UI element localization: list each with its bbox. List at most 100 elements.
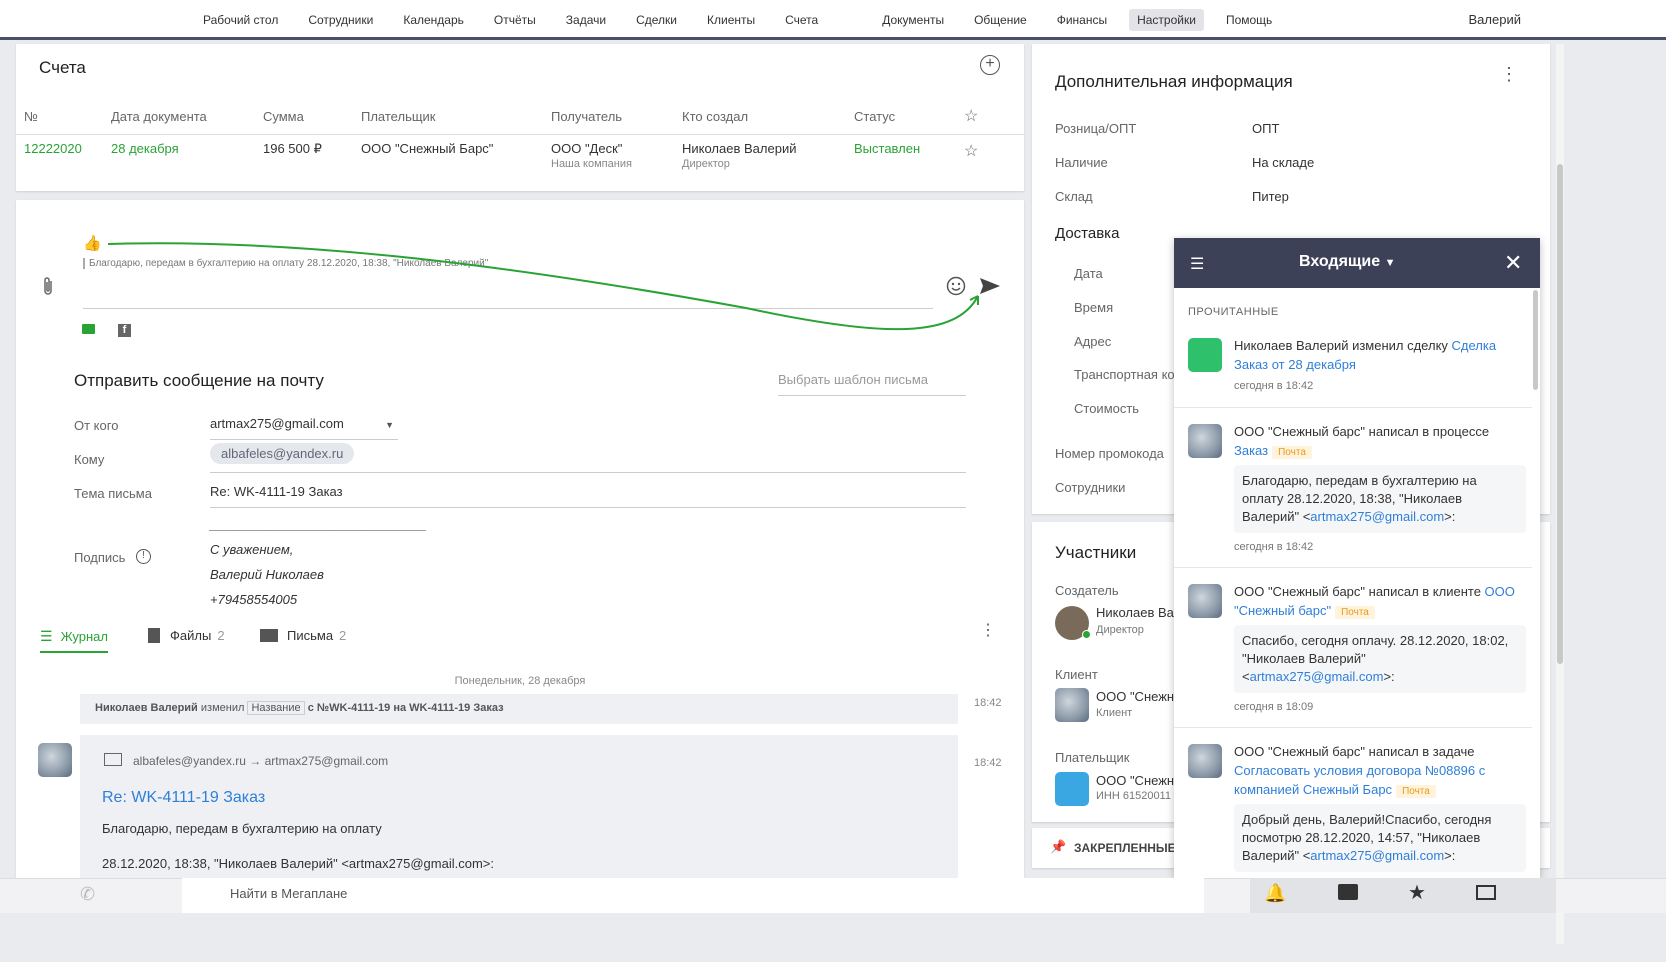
mail-badge: Почта [1335, 606, 1375, 619]
star-icon[interactable]: ★ [1408, 880, 1426, 905]
nav-item-desktop[interactable]: Рабочий стол [195, 9, 286, 31]
main-menu: Рабочий стол Сотрудники Календарь Отчёты… [195, 9, 1294, 31]
email-body-line: 28.12.2020, 18:38, "Николаев Валерий" <a… [102, 856, 494, 871]
change-author[interactable]: Николаев Валерий [95, 702, 198, 714]
to-field[interactable]: albafeles@yandex.ru [210, 443, 966, 473]
quote-email-link[interactable]: artmax275@gmail.com [1250, 669, 1384, 684]
avatar[interactable] [38, 743, 72, 777]
column-header-payer[interactable]: Плательщик [361, 100, 551, 135]
subject-label: Тема письма [74, 486, 152, 501]
quote-email-link[interactable]: artmax275@gmail.com [1310, 509, 1444, 524]
creator-name[interactable]: Николаев Ва [1096, 605, 1174, 620]
notification-link[interactable]: Согласовать условия договора №08896 с ко… [1234, 763, 1485, 797]
column-header-date[interactable]: Дата документа [111, 100, 263, 135]
nav-item-calendar[interactable]: Календарь [395, 9, 472, 31]
tab-files[interactable]: Файлы 2 [148, 628, 225, 643]
nav-item-deals[interactable]: Сделки [628, 9, 685, 31]
signature-text[interactable]: ______________________________ С уважени… [210, 512, 427, 612]
invoices-table: № Дата документа Сумма Плательщик Получа… [16, 100, 1024, 176]
list-icon[interactable]: ☰ [1190, 254, 1204, 274]
thumbs-up-icon: 👍 [83, 235, 102, 252]
invoice-date: 28 декабря [111, 141, 179, 156]
add-invoice-button[interactable]: + [980, 55, 1000, 75]
delivery-label: Время [1074, 300, 1114, 315]
invoice-payer[interactable]: ООО "Снежный Барс" [361, 135, 551, 177]
client-name[interactable]: ООО "Снежн [1096, 689, 1174, 704]
recipient-chip[interactable]: albafeles@yandex.ru [210, 443, 355, 464]
recipient-sub: Наша компания [551, 158, 632, 170]
invoice-number[interactable]: 12222020 [16, 135, 111, 177]
notification-time: сегодня в 18:09 [1234, 701, 1314, 713]
more-vertical-icon[interactable]: ⋮ [980, 623, 996, 639]
nav-item-help[interactable]: Помощь [1218, 9, 1280, 31]
signature-line: ______________________________ [210, 517, 427, 532]
nav-item-reports[interactable]: Отчёты [486, 9, 544, 31]
table-header-row: № Дата документа Сумма Плательщик Получа… [16, 100, 1024, 135]
email-channel-icon[interactable] [82, 324, 95, 334]
deal-main-card: 👍 Благодарю, передам в бухгалтерию на оп… [16, 200, 1024, 880]
close-icon[interactable]: ✕ [1504, 250, 1522, 276]
phone-icon[interactable]: ✆ [80, 884, 95, 905]
delivery-label: Дата [1074, 266, 1103, 281]
page-scrollbar[interactable] [1556, 44, 1564, 944]
tab-letters[interactable]: Письма 2 [260, 628, 346, 643]
table-row[interactable]: 12222020 28 декабря 196 500 ₽ ООО "Снежн… [16, 135, 1024, 177]
creator-name[interactable]: Николаев Валерий [682, 141, 854, 156]
column-header-creator[interactable]: Кто создал [682, 100, 854, 135]
delivery-heading: Доставка [1055, 225, 1120, 242]
star-icon[interactable]: ☆ [964, 143, 978, 160]
notification-item[interactable]: Николаев Валерий изменил сделку Сделка З… [1174, 330, 1532, 408]
nav-item-tasks[interactable]: Задачи [558, 9, 614, 31]
notification-item[interactable]: ООО "Снежный барс" написал в процессе За… [1174, 408, 1532, 568]
facebook-icon[interactable]: f [118, 324, 131, 337]
more-vertical-icon[interactable]: ⋮ [1500, 65, 1518, 83]
notification-link[interactable]: Заказ [1234, 443, 1268, 458]
recipient-name[interactable]: ООО "Деск" [551, 141, 682, 156]
from-label: От кого [74, 418, 119, 433]
tab-journal[interactable]: ☰ Журнал [40, 628, 108, 653]
star-icon[interactable]: ☆ [964, 108, 978, 125]
global-search[interactable]: Найти в Мегаплане [182, 878, 1204, 913]
notification-item[interactable]: ООО "Снежный барс" написал в клиенте ООО… [1174, 568, 1532, 728]
info-icon[interactable]: ! [136, 549, 151, 564]
nav-item-invoices[interactable]: Счета [777, 9, 826, 31]
nav-item-communication[interactable]: Общение [966, 9, 1035, 31]
subject-input[interactable]: Re: WK-4111-19 Заказ [210, 484, 966, 508]
avatar [1188, 424, 1222, 458]
nav-item-employees[interactable]: Сотрудники [300, 9, 381, 31]
book-icon[interactable] [1476, 885, 1496, 900]
from-select[interactable]: artmax275@gmail.com ▼ [210, 416, 398, 440]
page-scrollbar-thumb[interactable] [1557, 164, 1563, 664]
pinned-label: ЗАКРЕПЛЕННЫЕ [1074, 841, 1176, 855]
paperclip-icon[interactable] [40, 276, 56, 301]
info-value[interactable]: Питер [1252, 189, 1289, 204]
notification-text: ООО "Снежный барс" написал в клиенте ООО… [1234, 582, 1519, 622]
avatar[interactable] [1055, 688, 1089, 722]
inbox-popup: ☰ Входящие ▼ ✕ ПРОЧИТАННЫЕ Николаев Вале… [1174, 238, 1540, 878]
column-header-number[interactable]: № [16, 100, 111, 135]
chat-icon[interactable] [1338, 884, 1358, 900]
column-header-sum[interactable]: Сумма [263, 100, 361, 135]
notification-item[interactable]: ООО "Снежный барс" написал в задаче Согл… [1174, 728, 1532, 878]
from-value: artmax275@gmail.com [210, 416, 344, 431]
inbox-scrollbar[interactable] [1533, 290, 1538, 390]
user-name[interactable]: Валерий [1469, 12, 1521, 27]
quote-text: >: [1444, 509, 1456, 524]
nav-item-documents[interactable]: Документы [874, 9, 952, 31]
column-header-recipient[interactable]: Получатель [551, 100, 682, 135]
quote-email-link[interactable]: artmax275@gmail.com [1310, 848, 1444, 863]
email-subject-link[interactable]: Re: WK-4111-19 Заказ [102, 789, 265, 807]
info-value[interactable]: ОПТ [1252, 121, 1279, 136]
journal-date: Понедельник, 28 декабря [454, 675, 586, 687]
inbox-title[interactable]: Входящие ▼ [1299, 253, 1395, 271]
nav-item-settings[interactable]: Настройки [1129, 9, 1204, 31]
bell-icon[interactable]: 🔔 [1264, 883, 1286, 904]
nav-item-clients[interactable]: Клиенты [699, 9, 763, 31]
payer-name[interactable]: ООО "Снежн [1096, 773, 1174, 788]
nav-item-finance[interactable]: Финансы [1049, 9, 1115, 31]
favorite-cell: ☆ [964, 135, 1024, 177]
info-value[interactable]: На складе [1252, 155, 1314, 170]
column-header-status[interactable]: Статус [854, 100, 964, 135]
template-select[interactable]: Выбрать шаблон письма [778, 372, 966, 396]
invoices-card: Счета + № Дата документа Сумма Плательщи… [16, 44, 1024, 191]
